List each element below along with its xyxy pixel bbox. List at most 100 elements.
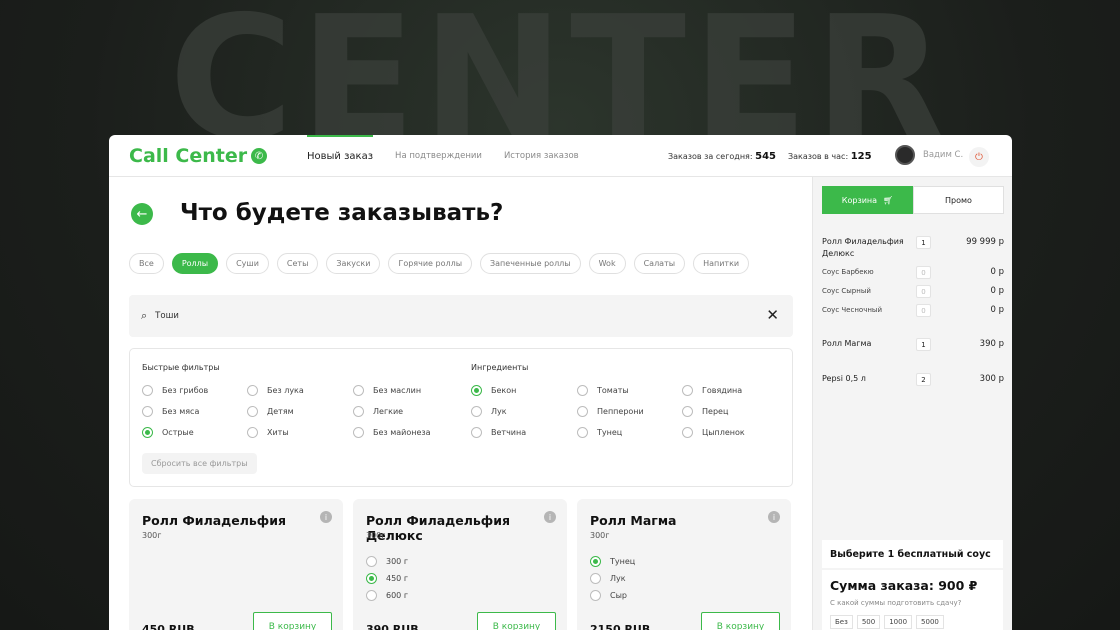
radio-button[interactable]: [682, 385, 693, 396]
radio-button[interactable]: [142, 427, 153, 438]
free-sauce-prompt[interactable]: Выберите 1 бесплатный соус: [822, 540, 1003, 568]
add-to-cart-button[interactable]: В корзину: [477, 612, 556, 630]
radio-button[interactable]: [590, 590, 601, 601]
category-chip[interactable]: Салаты: [633, 253, 686, 274]
product-option[interactable]: Сыр: [590, 590, 627, 601]
category-chip[interactable]: Суши: [226, 253, 269, 274]
info-icon[interactable]: i: [320, 511, 332, 523]
quick-filter-option[interactable]: Без майонеза: [353, 427, 431, 438]
radio-button[interactable]: [353, 427, 364, 438]
quick-filter-option[interactable]: Легкие: [353, 406, 403, 417]
clear-search-icon[interactable]: ✕: [766, 306, 779, 324]
category-chip[interactable]: Горячие роллы: [388, 253, 473, 274]
category-chip[interactable]: Сеты: [276, 253, 319, 274]
order-stats: Заказов за сегодня: 545 Заказов в час: 1…: [668, 135, 872, 177]
radio-button[interactable]: [247, 406, 258, 417]
radio-button[interactable]: [577, 385, 588, 396]
category-chip[interactable]: Роллы: [171, 253, 219, 274]
product-option[interactable]: 300 г: [366, 556, 408, 567]
user-menu[interactable]: Вадим С.: [895, 145, 963, 165]
info-icon[interactable]: i: [768, 511, 780, 523]
ingredient-option[interactable]: Перец: [682, 406, 728, 417]
change-option[interactable]: Без: [830, 615, 853, 629]
change-option[interactable]: 5000: [916, 615, 944, 629]
cart-item-price: 0 р: [990, 305, 1004, 315]
category-chip[interactable]: Напитки: [693, 253, 750, 274]
logo-text: Call Center: [129, 145, 248, 167]
add-to-cart-button[interactable]: В корзину: [701, 612, 780, 630]
radio-button[interactable]: [247, 427, 258, 438]
quick-filter-option[interactable]: Детям: [247, 406, 294, 417]
ingredient-option-label: Пепперони: [597, 407, 644, 416]
quick-filter-option-label: Без грибов: [162, 386, 209, 395]
cart-sidebar: Корзина 🛒︎ Промо Выберите 1 бесплатный с…: [812, 177, 1012, 630]
back-arrow-icon[interactable]: ←: [131, 203, 153, 225]
quick-filter-option[interactable]: Без лука: [247, 385, 304, 396]
category-chip[interactable]: Wok: [588, 253, 626, 274]
product-option[interactable]: Тунец: [590, 556, 635, 567]
ingredient-option[interactable]: Говядина: [682, 385, 742, 396]
radio-button[interactable]: [142, 406, 153, 417]
ingredient-option[interactable]: Цыпленок: [682, 427, 745, 438]
radio-button[interactable]: [577, 406, 588, 417]
radio-button[interactable]: [247, 385, 258, 396]
change-option[interactable]: 500: [856, 615, 881, 629]
ingredient-option[interactable]: Томаты: [577, 385, 629, 396]
cart-item-qty[interactable]: 1: [916, 338, 931, 351]
radio-button[interactable]: [590, 556, 601, 567]
ingredient-option-label: Лук: [491, 407, 507, 416]
cart-item-qty[interactable]: 1: [916, 236, 931, 249]
radio-button[interactable]: [471, 385, 482, 396]
info-icon[interactable]: i: [544, 511, 556, 523]
ingredient-option[interactable]: Ветчина: [471, 427, 526, 438]
radio-button[interactable]: [366, 556, 377, 567]
radio-button[interactable]: [577, 427, 588, 438]
product-option[interactable]: Лук: [590, 573, 626, 584]
radio-button[interactable]: [471, 427, 482, 438]
quick-filter-option[interactable]: Хиты: [247, 427, 289, 438]
cart-item-qty[interactable]: 2: [916, 373, 931, 386]
quick-filter-option[interactable]: Острые: [142, 427, 194, 438]
nav-new-order[interactable]: Новый заказ: [307, 135, 374, 177]
radio-button[interactable]: [366, 573, 377, 584]
radio-button[interactable]: [471, 406, 482, 417]
radio-button[interactable]: [353, 406, 364, 417]
category-chip[interactable]: Запеченные роллы: [480, 253, 581, 274]
cart-item-qty[interactable]: 0: [916, 285, 931, 298]
nav-pending[interactable]: На подтверждении: [395, 151, 482, 161]
quick-filter-option[interactable]: Без грибов: [142, 385, 208, 396]
quick-filter-option-label: Без майонеза: [373, 428, 431, 437]
cart-icon: 🛒︎: [883, 195, 894, 205]
ingredient-option[interactable]: Бекон: [471, 385, 516, 396]
product-option[interactable]: 600 г: [366, 590, 408, 601]
change-hint: С какой суммы подготовить сдачу?: [830, 599, 962, 607]
search-bar[interactable]: ⌕ Тоши ✕: [129, 295, 793, 337]
product-option[interactable]: 450 г: [366, 573, 408, 584]
cart-item-name: Pepsi 0,5 л: [822, 374, 866, 383]
cart-item-qty[interactable]: 0: [916, 304, 931, 317]
radio-button[interactable]: [366, 590, 377, 601]
cart-item-qty[interactable]: 0: [916, 266, 931, 279]
reset-filters-button[interactable]: Сбросить все фильтры: [142, 453, 257, 474]
radio-button[interactable]: [142, 385, 153, 396]
category-chip[interactable]: Все: [129, 253, 164, 274]
quick-filter-option[interactable]: Без мяса: [142, 406, 199, 417]
radio-button[interactable]: [682, 427, 693, 438]
quick-filter-option[interactable]: Без маслин: [353, 385, 421, 396]
radio-button[interactable]: [353, 385, 364, 396]
tab-cart[interactable]: Корзина 🛒︎: [822, 186, 913, 214]
tab-promo[interactable]: Промо: [913, 186, 1004, 214]
search-input[interactable]: Тоши: [155, 311, 179, 321]
nav-history[interactable]: История заказов: [504, 151, 579, 161]
change-option[interactable]: 1000: [884, 615, 913, 629]
logo[interactable]: Call Center ✆: [129, 145, 268, 167]
ingredient-option[interactable]: Лук: [471, 406, 507, 417]
ingredient-option[interactable]: Тунец: [577, 427, 622, 438]
category-chip[interactable]: Закуски: [326, 253, 381, 274]
radio-button[interactable]: [590, 573, 601, 584]
ingredient-option[interactable]: Пепперони: [577, 406, 644, 417]
cart-item-name: Соус Чесночный: [822, 306, 882, 314]
add-to-cart-button[interactable]: В корзину: [253, 612, 332, 630]
logout-icon[interactable]: ⏻: [969, 147, 989, 167]
radio-button[interactable]: [682, 406, 693, 417]
